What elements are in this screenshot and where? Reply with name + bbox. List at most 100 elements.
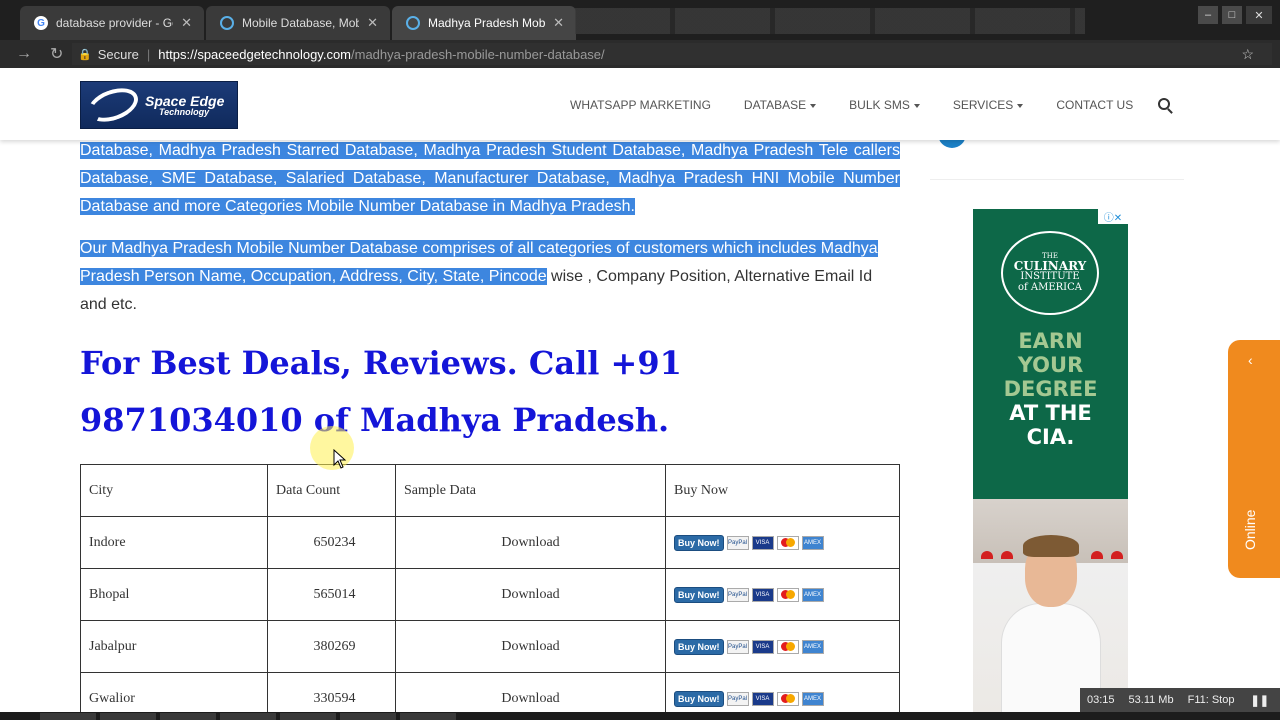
city-cell: Bhopal: [80, 568, 268, 621]
buy-now-button[interactable]: Buy Now!: [674, 586, 724, 603]
amex-icon: AMEX: [801, 535, 824, 550]
minimize-icon[interactable]: –: [1198, 6, 1218, 24]
close-icon[interactable]: ✕: [181, 15, 192, 31]
recording-size: 53.11 Mb: [1128, 694, 1174, 706]
reload-icon[interactable]: ↻: [50, 44, 68, 64]
menu-whatsapp-marketing[interactable]: WHATSAPP MARKETING: [570, 98, 711, 112]
browser-tab-2[interactable]: Mobile Database, Mobile ✕: [206, 6, 390, 40]
tab-title: Mobile Database, Mobile: [242, 16, 360, 30]
close-icon[interactable]: ✕: [553, 15, 564, 31]
table-row: Bhopal 565014 Download Buy Now! PayPal VIS…: [80, 568, 900, 621]
recorder-status-bar: 03:15 53.11 Mb F11: Stop ❚❚: [1080, 688, 1280, 712]
chef-hair: [1023, 535, 1079, 557]
menu-bulk-sms[interactable]: BULK SMS: [849, 98, 920, 112]
buy-now-button[interactable]: Buy Now!: [674, 690, 724, 707]
adchoices-icon[interactable]: ⓘ✕: [1098, 209, 1128, 224]
chevron-left-icon[interactable]: ‹: [1248, 352, 1253, 368]
sidebar-advertisement[interactable]: ⓘ✕ THE CULINARY INSTITUTE of AMERICA EAR…: [973, 209, 1128, 712]
forward-arrow-icon[interactable]: →: [16, 45, 34, 63]
close-icon[interactable]: ✕: [367, 15, 378, 31]
ad-logo-text: of AMERICA: [1017, 281, 1082, 293]
selected-text: Database, Madhya Pradesh Starred Databas…: [80, 142, 900, 215]
download-link[interactable]: Download: [395, 516, 666, 569]
download-link[interactable]: Download: [395, 620, 666, 673]
site-logo[interactable]: Space Edge Technology: [80, 81, 238, 129]
menu-services[interactable]: SERVICES: [952, 98, 1024, 112]
cursor-highlight: [310, 426, 354, 470]
url-field[interactable]: 🔒 Secure | https://spaceedgetechnology.c…: [72, 43, 1272, 65]
site-header: Space Edge Technology WHATSAPP MARKETING…: [0, 68, 1280, 140]
logo-swoosh-icon: [83, 82, 143, 128]
column-header: Buy Now: [665, 464, 900, 517]
browser-tab-1[interactable]: G database provider - Goo ✕: [20, 6, 204, 40]
ad-line: AT THE: [1009, 401, 1092, 425]
logo-line2: Technology: [159, 106, 210, 117]
menu-services-label: SERVICES: [952, 98, 1014, 112]
browser-tabbar: G database provider - Goo ✕ Mobile Datab…: [0, 0, 1280, 40]
secure-label: Secure: [97, 46, 139, 62]
payment-options: Buy Now! PayPal VISA AMEX: [674, 534, 891, 551]
city-cell: Jabalpur: [80, 620, 268, 673]
search-icon[interactable]: [1158, 98, 1170, 110]
bookmark-star-icon[interactable]: ☆: [1241, 46, 1254, 63]
online-label: Online: [1242, 509, 1258, 550]
chevron-down-icon: [913, 103, 920, 108]
column-header: Data Count: [267, 464, 396, 517]
url-separator: |: [146, 46, 151, 62]
browser-tab-3-active[interactable]: Madhya Pradesh Mobile ✕: [392, 6, 576, 40]
ad-line: CIA.: [1026, 425, 1075, 449]
ad-line: YOUR: [1017, 353, 1084, 377]
paragraph-categories: Database, Madhya Pradesh Starred Databas…: [80, 137, 900, 221]
column-header: City: [80, 464, 268, 517]
count-cell: 380269: [267, 620, 396, 673]
table-header-row: City Data Count Sample Data Buy Now: [80, 464, 900, 517]
maximize-icon[interactable]: □: [1222, 6, 1242, 24]
tab-title: Madhya Pradesh Mobile: [428, 16, 546, 30]
chevron-down-icon: [1017, 103, 1024, 108]
recording-time: 03:15: [1087, 694, 1115, 706]
mastercard-icon: [776, 587, 799, 602]
payment-options: Buy Now! PayPal VISA AMEX: [674, 690, 891, 707]
google-icon: G: [34, 16, 48, 30]
amex-icon: AMEX: [801, 639, 824, 654]
buy-now-cell: Buy Now! PayPal VISA AMEX: [665, 620, 900, 673]
mastercard-icon: [776, 639, 799, 654]
web-page: Space Edge Technology WHATSAPP MARKETING…: [0, 68, 1280, 720]
tab-title: database provider - Goo: [56, 16, 174, 30]
paypal-icon: PayPal: [726, 639, 749, 654]
mastercard-icon: [776, 535, 799, 550]
mastercard-icon: [776, 691, 799, 706]
payment-options: Buy Now! PayPal VISA AMEX: [674, 638, 891, 655]
window-controls: – □ ✕: [1198, 6, 1272, 24]
count-cell: 565014: [267, 568, 396, 621]
site-icon: [220, 16, 234, 30]
ad-line: EARN: [1018, 329, 1083, 353]
download-link[interactable]: Download: [395, 568, 666, 621]
menu-contact-us[interactable]: CONTACT US: [1056, 98, 1133, 112]
paypal-icon: PayPal: [726, 587, 749, 602]
callout-heading: For Best Deals, Reviews. Call +91 987103…: [80, 344, 682, 439]
logo-line1: Space Edge: [145, 92, 225, 109]
menu-database-label: DATABASE: [743, 98, 807, 112]
stop-hint[interactable]: F11: Stop: [1181, 694, 1242, 706]
pause-icon[interactable]: ❚❚: [1243, 694, 1275, 707]
table-row: Jabalpur 380269 Download Buy Now! PayPal V…: [80, 620, 900, 673]
paypal-icon: PayPal: [726, 535, 749, 550]
menu-database[interactable]: DATABASE: [743, 98, 817, 112]
buy-now-button[interactable]: Buy Now!: [674, 534, 724, 551]
buy-now-button[interactable]: Buy Now!: [674, 638, 724, 655]
buy-now-cell: Buy Now! PayPal VISA AMEX: [665, 568, 900, 621]
visa-icon: VISA: [751, 639, 774, 654]
amex-icon: AMEX: [801, 587, 824, 602]
visa-icon: VISA: [751, 691, 774, 706]
payment-options: Buy Now! PayPal VISA AMEX: [674, 586, 891, 603]
visa-icon: VISA: [751, 535, 774, 550]
logo-text: Space Edge Technology: [145, 94, 224, 117]
visa-icon: VISA: [751, 587, 774, 602]
close-window-icon[interactable]: ✕: [1246, 6, 1272, 24]
paragraph-database-fields: Our Madhya Pradesh Mobile Number Databas…: [80, 235, 900, 319]
amex-icon: AMEX: [801, 691, 824, 706]
column-header: Sample Data: [395, 464, 666, 517]
online-chat-widget[interactable]: ‹ Online: [1228, 340, 1280, 578]
lock-icon: 🔒: [78, 48, 92, 61]
